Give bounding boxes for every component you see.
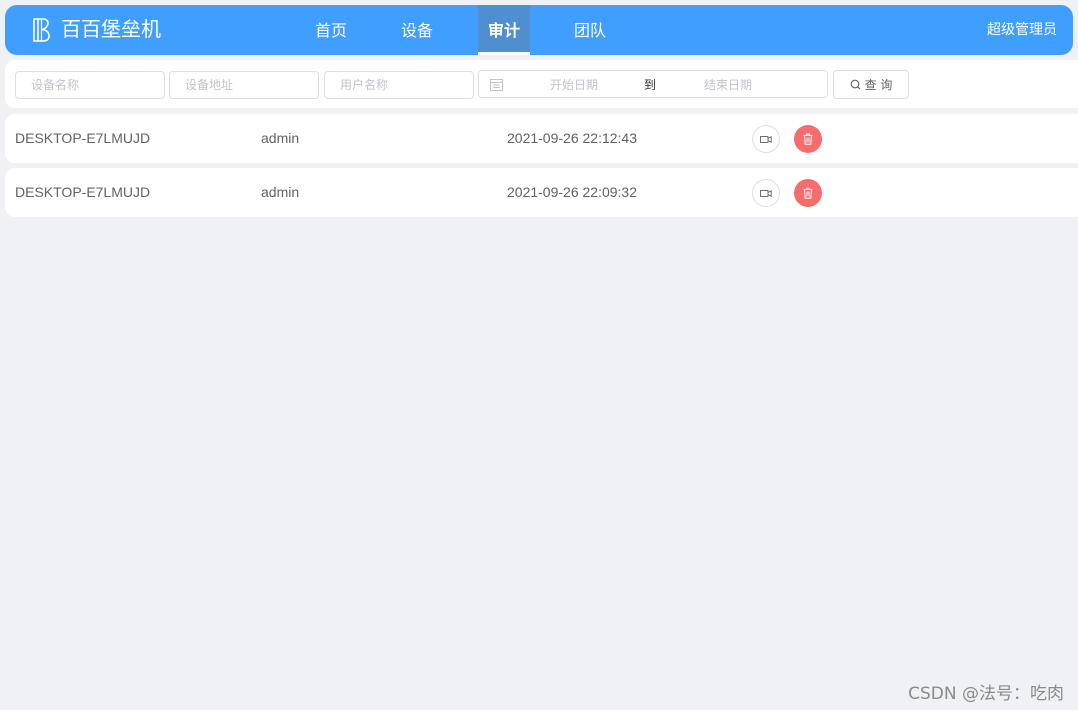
time-cell: 2021-09-26 22:12:43: [507, 130, 637, 146]
end-date-input[interactable]: [673, 75, 783, 95]
user-cell: admin: [261, 130, 300, 146]
nav-team[interactable]: 团队: [562, 5, 618, 55]
device-name-cell: DESKTOP-E7LMUJD: [15, 130, 151, 146]
time-cell: 2021-09-26 22:09:32: [507, 184, 637, 200]
calendar-icon: [490, 79, 503, 91]
app-title: 百百堡垒机: [61, 17, 161, 41]
search-button-label: 查 询: [864, 78, 893, 92]
nav-audit[interactable]: 审计: [478, 5, 530, 55]
audit-record-row: DESKTOP-E7LMUJD admin 2021-09-26 22:09:3…: [5, 168, 1078, 217]
device-address-input[interactable]: [169, 71, 319, 99]
date-range-picker[interactable]: 到: [478, 70, 828, 98]
trash-icon: [803, 133, 813, 145]
search-icon: [850, 79, 860, 90]
user-cell: admin: [261, 184, 300, 200]
logo-b-icon: [33, 18, 50, 42]
nav-home[interactable]: 首页: [303, 5, 359, 55]
device-name-cell: DESKTOP-E7LMUJD: [15, 184, 151, 200]
video-camera-icon: [760, 135, 772, 143]
user-menu[interactable]: 超级管理员: [987, 5, 1057, 55]
date-range-separator: 到: [644, 78, 657, 92]
start-date-input[interactable]: [519, 75, 629, 95]
nav-devices[interactable]: 设备: [389, 5, 445, 55]
watermark: CSDN @法号：吃肉: [908, 684, 1064, 704]
video-camera-icon: [760, 189, 772, 197]
top-navbar: 百百堡垒机 首页 设备 审计 团队 超级管理员: [5, 5, 1073, 55]
delete-record-button[interactable]: [794, 179, 822, 207]
play-recording-button[interactable]: [752, 125, 780, 153]
audit-record-row: DESKTOP-E7LMUJD admin 2021-09-26 22:12:4…: [5, 114, 1078, 163]
delete-record-button[interactable]: [794, 125, 822, 153]
device-name-input[interactable]: [15, 71, 165, 99]
trash-icon: [803, 187, 813, 199]
search-button[interactable]: 查 询: [833, 70, 909, 99]
filter-bar: 到 查 询: [5, 60, 1078, 108]
user-name-input[interactable]: [324, 71, 474, 99]
play-recording-button[interactable]: [752, 179, 780, 207]
